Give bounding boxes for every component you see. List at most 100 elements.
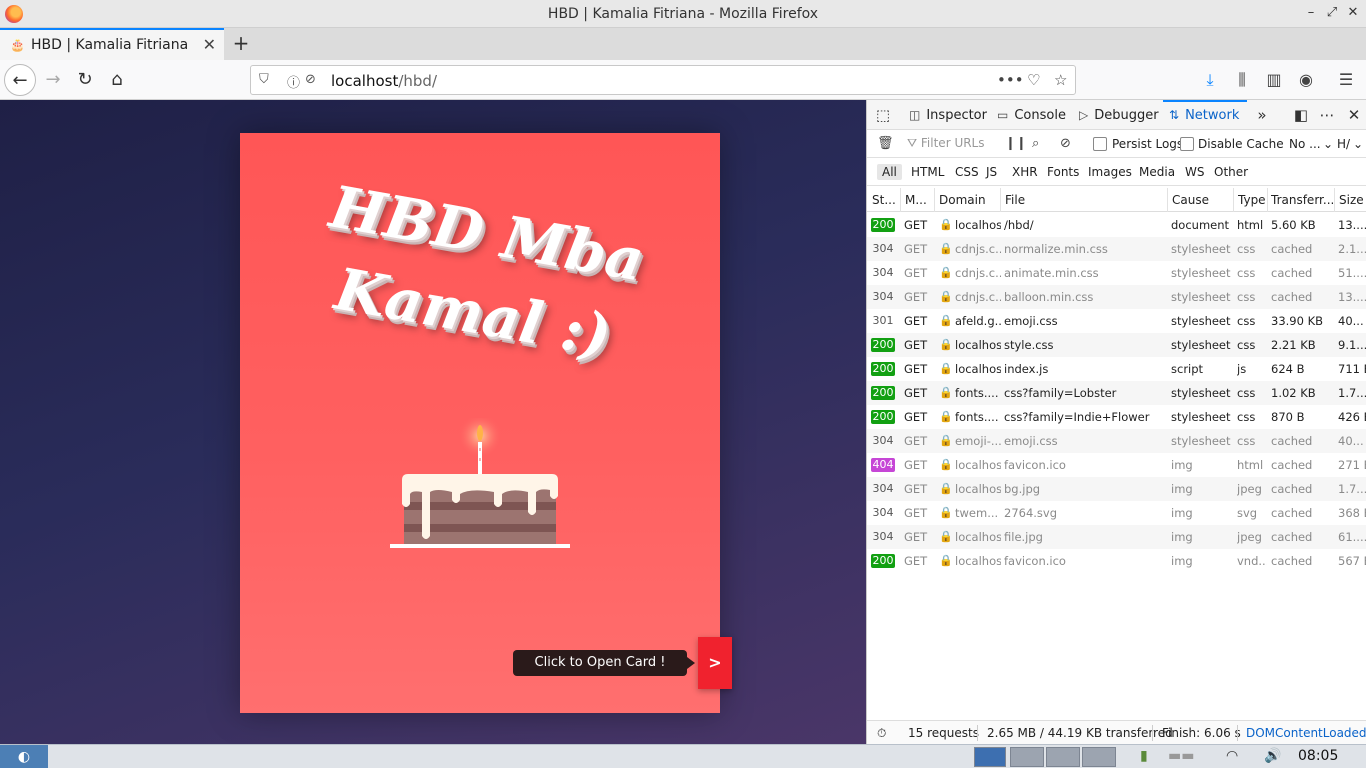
request-row[interactable]: 304 🔒 GET cdnjs.c... normalize.min.css styles… [867, 237, 1366, 261]
request-type: js [1237, 362, 1247, 376]
volume-icon[interactable]: 🔊 [1264, 748, 1281, 764]
permissions-icon[interactable]: ⊘ [305, 72, 316, 87]
tab-network-label: Network [1185, 108, 1240, 123]
account-icon[interactable]: ◉ [1296, 70, 1316, 89]
disable-cache-checkbox[interactable] [1180, 137, 1194, 151]
element-picker-icon[interactable]: ⬚ [873, 106, 893, 124]
col-type[interactable]: Type [1238, 193, 1268, 207]
request-domain: localhost [955, 482, 1001, 496]
sidebar-icon[interactable]: ▥ [1264, 70, 1284, 89]
tab-console-label: Console [1014, 108, 1066, 123]
library-icon[interactable]: ⫼ [1232, 70, 1252, 90]
request-row[interactable]: 304 🔒 GET localhostbg.jpg img jpeg cached 1.7..… [867, 477, 1366, 501]
har-chevron-icon[interactable]: ⌄ [1353, 137, 1363, 151]
bookmark-star-icon[interactable]: ☆ [1054, 71, 1067, 89]
request-row[interactable]: 200 🔒 GET localhost/hbd/document html 5.60 KB… [867, 213, 1366, 237]
col-file[interactable]: File [1005, 193, 1165, 207]
col-divider [1167, 188, 1168, 212]
har-menu[interactable]: H/ [1337, 137, 1350, 151]
menu-icon[interactable]: ☰ [1336, 70, 1356, 89]
battery-icon[interactable]: ▮ [1140, 748, 1148, 764]
persist-logs-checkbox[interactable] [1093, 137, 1107, 151]
request-row[interactable]: 200 🔒 GET localhoststyle.css stylesheet css 2.… [867, 333, 1366, 357]
lock-icon: 🔒 [939, 386, 953, 399]
request-type: css [1237, 314, 1256, 328]
tab-console[interactable]: ▭ Console [997, 100, 1066, 130]
throttling-select[interactable]: No ... [1289, 137, 1321, 151]
request-transferred: 2.21 KB [1271, 338, 1316, 352]
request-row[interactable]: 304 🔒 GET twem... 2764.svg img svg cached 368 B [867, 501, 1366, 525]
request-row[interactable]: 304 🔒 GET cdnjs.c... animate.min.css styleshe… [867, 261, 1366, 285]
workspace-2[interactable] [1010, 747, 1044, 767]
close-window-icon[interactable]: ✕ [1344, 5, 1362, 20]
throttling-chevron-icon[interactable]: ⌄ [1323, 137, 1333, 151]
filter-urls-input[interactable]: ⛛ Filter URLs [907, 136, 985, 151]
home-icon[interactable]: ⌂ [101, 64, 133, 96]
col-cause[interactable]: Cause [1172, 193, 1232, 207]
pocket-icon[interactable]: ♡ [1027, 71, 1040, 89]
forward-icon[interactable]: → [37, 64, 69, 96]
request-row[interactable]: 200 🔒 GET fonts.... css?family=Lobster styles… [867, 381, 1366, 405]
request-row[interactable]: 304 🔒 GET cdnjs.c... balloon.min.css styleshe… [867, 285, 1366, 309]
tracking-shield-icon[interactable]: ⛉ [259, 72, 269, 87]
back-icon[interactable]: ← [4, 64, 36, 96]
dock-side-icon[interactable]: ◧ [1291, 106, 1311, 124]
filter-html[interactable]: HTML [906, 164, 949, 180]
close-tab-icon[interactable]: ✕ [203, 35, 216, 54]
request-row[interactable]: 200 🔒 GET localhostfavicon.ico img vnd... cach… [867, 549, 1366, 573]
filter-fonts[interactable]: Fonts [1042, 164, 1084, 180]
request-status: 301 [872, 314, 894, 327]
request-domain: localhost [955, 458, 1001, 472]
request-size: 61.... [1338, 530, 1366, 544]
col-method[interactable]: M... [905, 193, 933, 207]
maximize-icon[interactable]: ⤢ [1323, 5, 1341, 20]
request-row[interactable]: 404 🔒 GET localhostfavicon.ico img html cached… [867, 453, 1366, 477]
downloads-icon[interactable]: ⤓ [1200, 70, 1220, 90]
tab-network[interactable]: ⇅ Network [1163, 100, 1247, 130]
browser-tab[interactable]: 🎂 HBD | Kamalia Fitriana ✕ [0, 28, 224, 60]
filter-all[interactable]: All [877, 164, 902, 180]
filter-xhr[interactable]: XHR [1007, 164, 1043, 180]
col-divider [900, 188, 901, 212]
wifi-icon[interactable]: ◠ [1226, 748, 1238, 764]
minimize-icon[interactable]: – [1302, 5, 1320, 20]
clear-trash-icon[interactable]: 🗑 [877, 136, 894, 151]
request-row[interactable]: 304 🔒 GET emoji-... emoji.css stylesheet css ca… [867, 429, 1366, 453]
workspace-3[interactable] [1046, 747, 1080, 767]
tab-inspector[interactable]: ◫ Inspector [909, 100, 987, 130]
search-icon[interactable]: ⌕ [1032, 136, 1039, 151]
taskbar-firefox-icon[interactable] [974, 747, 1006, 767]
page-actions-icon[interactable]: ••• [997, 71, 1024, 89]
col-domain[interactable]: Domain [939, 193, 999, 207]
request-row[interactable]: 301 🔒 GET afeld.g... emoji.css stylesheet css 3… [867, 309, 1366, 333]
request-row[interactable]: 304 🔒 GET localhostfile.jpg img jpeg cached 61.… [867, 525, 1366, 549]
open-card-button[interactable]: > [698, 637, 732, 689]
block-icon[interactable]: ⊘ [1060, 136, 1071, 151]
filter-css[interactable]: CSS [950, 164, 984, 180]
request-status: 200 [871, 362, 895, 376]
request-file: index.js [1004, 362, 1049, 376]
filter-js[interactable]: JS [981, 164, 1002, 180]
devtools-options-icon[interactable]: ⋯ [1317, 106, 1337, 124]
filter-images[interactable]: Images [1083, 164, 1137, 180]
col-status[interactable]: St... [872, 193, 900, 207]
lock-icon: 🔒 [939, 362, 953, 375]
request-row[interactable]: 200 🔒 GET localhostindex.js script js 624 B 711… [867, 357, 1366, 381]
request-status: 304 [872, 482, 894, 495]
col-transferred[interactable]: Transferr... [1271, 193, 1333, 207]
new-tab-icon[interactable]: + [229, 31, 253, 55]
start-menu-icon[interactable]: ◐ [0, 745, 48, 768]
close-devtools-icon[interactable]: ✕ [1344, 106, 1364, 124]
pause-icon[interactable]: ❙❙ [1005, 136, 1027, 151]
filter-media[interactable]: Media [1134, 164, 1180, 180]
workspace-4[interactable] [1082, 747, 1116, 767]
url-bar[interactable]: ⛉ ⓘ ⊘ localhost/hbd/ ••• ♡ ☆ [250, 65, 1076, 95]
tab-debugger[interactable]: ▷ Debugger [1079, 100, 1159, 130]
site-info-icon[interactable]: ⓘ [287, 72, 300, 91]
filter-ws[interactable]: WS [1180, 164, 1209, 180]
col-size[interactable]: Size [1339, 193, 1366, 207]
reload-icon[interactable]: ↻ [69, 64, 101, 96]
filter-other[interactable]: Other [1209, 164, 1253, 180]
more-tools-icon[interactable]: » [1252, 106, 1272, 124]
request-row[interactable]: 200 🔒 GET fonts.... css?family=Indie+Flower s… [867, 405, 1366, 429]
